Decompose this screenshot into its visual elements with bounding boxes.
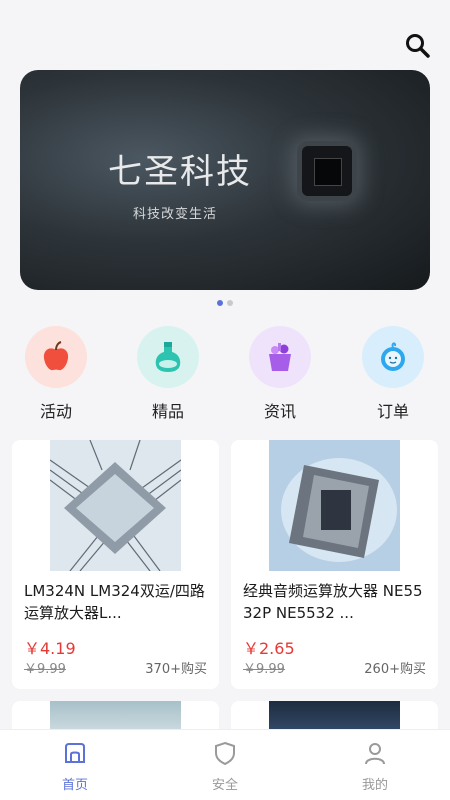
tab-label: 我的 [361, 778, 388, 793]
tab-label: 首页 [61, 778, 88, 793]
tab-profile[interactable]: 我的 [345, 740, 405, 793]
product-original-price: ￥9.99 [243, 662, 285, 677]
shield-icon [215, 741, 235, 766]
potion-icon [137, 326, 199, 388]
product-title: 经典音频运算放大器 NE5532P NE5532 ... [243, 582, 423, 622]
home-icon [65, 743, 85, 763]
apple-icon [25, 326, 87, 388]
carousel-dot-active[interactable] [217, 300, 223, 306]
tab-home[interactable]: 首页 [45, 740, 105, 793]
product-sales-count: 260+购买 [364, 662, 426, 677]
banner-subtitle: 科技改变生活 [133, 207, 218, 222]
category-news[interactable]: 资讯 [248, 326, 312, 422]
product-image [269, 440, 400, 571]
category-label: 活动 [39, 402, 72, 421]
product-card[interactable]: LM324N LM324双运/四路运算放大器L... ￥4.19 ￥9.99 3… [12, 440, 219, 689]
category-activity[interactable]: 活动 [24, 326, 88, 422]
tab-security[interactable]: 安全 [195, 740, 255, 793]
category-label: 订单 [376, 402, 409, 421]
category-orders[interactable]: 订单 [361, 326, 425, 422]
category-label: 资讯 [263, 402, 296, 421]
product-title: LM324N LM324双运/四路运算放大器L... [24, 582, 205, 622]
tab-label: 安全 [211, 778, 238, 793]
bottom-tab-bar: 首页 安全 我的 [0, 729, 450, 800]
basket-icon [249, 326, 311, 388]
category-featured[interactable]: 精品 [136, 326, 200, 422]
carousel-indicator [0, 300, 450, 306]
baby-icon [362, 326, 424, 388]
promo-banner[interactable]: 七圣科技 科技改变生活 [20, 70, 430, 290]
carousel-dot[interactable] [227, 300, 233, 306]
product-original-price: ￥9.99 [24, 662, 66, 677]
search-icon[interactable] [404, 32, 432, 60]
product-sales-count: 370+购买 [145, 662, 207, 677]
user-icon [365, 743, 385, 765]
chip-image [302, 146, 352, 196]
product-card[interactable]: 经典音频运算放大器 NE5532P NE5532 ... ￥2.65 ￥9.99… [231, 440, 438, 689]
top-bar [0, 0, 450, 70]
banner-title: 七圣科技 [108, 152, 252, 192]
product-image [49, 440, 182, 572]
product-price: ￥4.19 [24, 639, 76, 658]
category-label: 精品 [151, 402, 184, 421]
product-price: ￥2.65 [243, 639, 295, 658]
